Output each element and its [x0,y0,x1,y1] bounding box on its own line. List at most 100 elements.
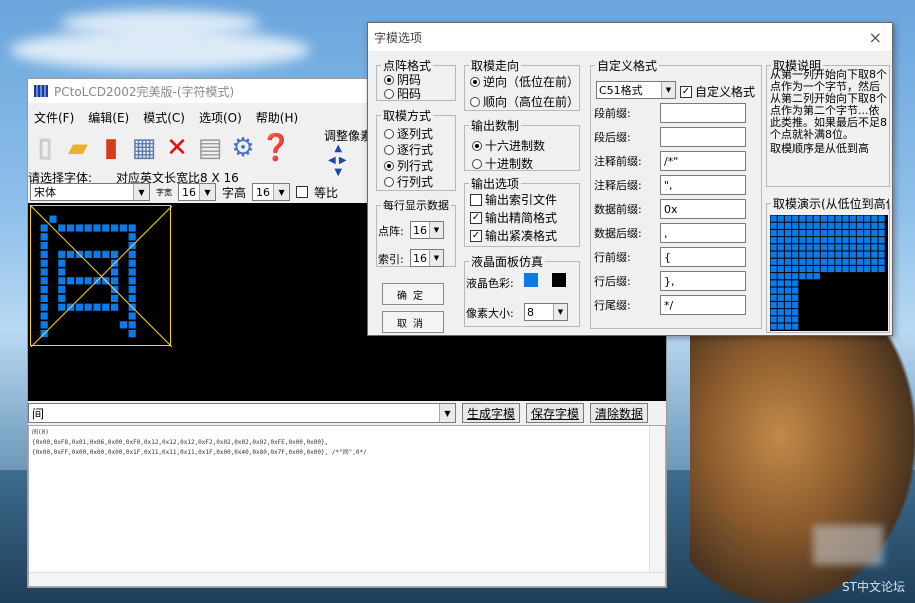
demo-pixel [842,237,849,244]
demo-pixel [835,251,842,258]
dot-count-select[interactable]: 16 ▼ [410,221,444,239]
radio-label: 逐行式 [397,143,434,157]
comment-suffix-input[interactable]: ", [660,175,746,195]
export-icon[interactable]: ▦ [129,131,159,165]
menu-edit[interactable]: 编辑(E) [88,109,129,126]
vertical-scrollbar[interactable] [649,426,665,586]
demo-pixel [835,222,842,229]
demo-pixel [792,323,799,330]
demo-pixel [842,215,849,222]
radio-icon [384,74,394,85]
radio-label: 十六进制数 [485,139,546,153]
radio-label: 行列式 [397,175,434,189]
menu-mode[interactable]: 模式(C) [143,109,185,126]
radio-forward[interactable]: 顺向（高位在前） [470,93,578,110]
demo-pixel [878,229,885,237]
index-count-label: 索引: [378,253,404,266]
pixel-adjust-arrows[interactable]: ▲ ◀ ▶ ▼ [328,143,368,179]
demo-pixel [777,237,784,244]
clear-data-button[interactable]: 清除数据 [590,403,649,423]
demo-pixel [813,222,820,229]
char-height-select[interactable]: 16 ▼ [252,183,291,201]
font-select[interactable]: 宋体 ▼ [30,183,150,201]
demo-pixel [828,237,835,244]
delete-icon[interactable]: ✕ [162,131,192,165]
radio-row[interactable]: 逐行式 [384,141,433,158]
demo-pixel [792,287,799,294]
demo-pixel [820,265,828,273]
menu-help[interactable]: 帮助(H) [256,109,298,126]
radio-decimal[interactable]: 十进制数 [472,155,533,172]
menu-file[interactable]: 文件(F) [34,109,74,126]
help-icon[interactable]: ❓ [260,131,292,165]
close-icon[interactable]: × [869,28,882,47]
save-icon[interactable]: ▮ [96,131,126,165]
demo-pixel [792,237,799,244]
output-textarea[interactable]: 间(0) {0x00,0xF8,0x01,0x06,0x00,0xF0,0x12… [28,425,666,587]
description-body: 从第一列开始向下取8个点作为一个字节，然后从第二列开始向下取8个点作为第二个字节… [770,69,887,141]
line-suffix-input[interactable]: }, [660,271,746,291]
demo-pixel [828,251,835,258]
line-prefix-input[interactable]: { [660,247,746,267]
field-label: 段前缀: [594,107,631,120]
demo-pixel [871,222,878,229]
checkbox-label: 输出索引文件 [485,193,558,207]
radio-column-row[interactable]: 列行式 [384,157,433,174]
chevron-down-icon[interactable]: ▼ [439,404,455,422]
demo-pixel [792,251,799,258]
output-line: 间(0) [32,429,49,436]
demo-pixel [864,222,871,229]
radio-column[interactable]: 逐列式 [384,125,433,142]
output-index-checkbox[interactable]: 输出索引文件 [470,191,557,208]
char-input[interactable]: 间 ▼ [28,403,456,423]
radio-positive[interactable]: 阳码 [384,85,421,102]
confirm-button[interactable]: 确定 [382,283,444,305]
font-controls-row: 宋体 ▼ 字宽 16 ▼ 字高 16 ▼ 等比 [30,183,338,201]
dialog-title-bar[interactable]: 字模选项 × [368,23,892,51]
font-options-dialog: 字模选项 × 点阵格式 阴码 阳码 取模方式 逐列式 逐行式 列行式 行列式 每… [367,22,893,336]
radio-reverse[interactable]: 逆向（低位在前） [470,73,578,90]
index-count-select[interactable]: 16 ▼ [410,249,444,267]
demo-pixel [806,222,813,229]
custom-format-checkbox[interactable]: ✓ 自定义格式 [680,83,760,100]
new-file-icon[interactable]: ▯ [30,131,60,165]
pixel-size-select[interactable]: 8 ▼ [524,303,568,321]
demo-pixel [806,258,813,265]
output-tight-checkbox[interactable]: ✓ 输出紧凑格式 [470,227,557,244]
segment-suffix-input[interactable] [660,127,746,147]
demo-pixel [799,244,806,251]
comment-prefix-input[interactable]: /*" [660,151,746,171]
settings-gear-icon[interactable]: ⚙ [228,131,258,165]
background-color-swatch[interactable] [552,273,566,287]
demo-legend: 取模演示(从低位到高位) [771,195,889,212]
demo-pixel [792,309,799,316]
format-select[interactable]: C51格式 ▼ [596,81,676,99]
save-font-button[interactable]: 保存字模 [526,403,585,423]
chevron-down-icon: ▼ [273,184,290,200]
data-suffix-input[interactable]: , [660,223,746,243]
char-width-select[interactable]: 16 ▼ [178,183,216,201]
radio-hex[interactable]: 十六进制数 [472,137,545,154]
radio-label: 十进制数 [485,157,534,171]
demo-pixel [806,229,813,237]
open-folder-icon[interactable]: ▰ [63,131,93,165]
proportional-checkbox[interactable] [296,186,309,198]
data-prefix-input[interactable]: 0x [660,199,746,219]
horizontal-scrollbar[interactable] [29,572,665,586]
demo-pixel [849,258,856,265]
cancel-button[interactable]: 取消 [382,311,444,333]
field-label: 行尾缀: [594,299,631,312]
input-row: 间 ▼ 生成字模 保存字模 清除数据 [28,403,666,423]
radio-icon [472,158,482,169]
radio-row-column[interactable]: 行列式 [384,173,433,190]
checkbox-label: 输出紧凑格式 [485,229,558,243]
line-end-input[interactable]: */ [660,295,746,315]
notes-icon[interactable]: ▤ [195,131,225,165]
segment-prefix-input[interactable] [660,103,746,123]
pixel-color-swatch[interactable] [524,273,538,287]
menu-options[interactable]: 选项(O) [199,109,242,126]
checkbox-icon [470,193,482,206]
radio-label: 逆向（低位在前） [483,75,578,89]
generate-button[interactable]: 生成字模 [462,403,521,423]
output-compact-checkbox[interactable]: ✓ 输出精简格式 [470,209,557,226]
